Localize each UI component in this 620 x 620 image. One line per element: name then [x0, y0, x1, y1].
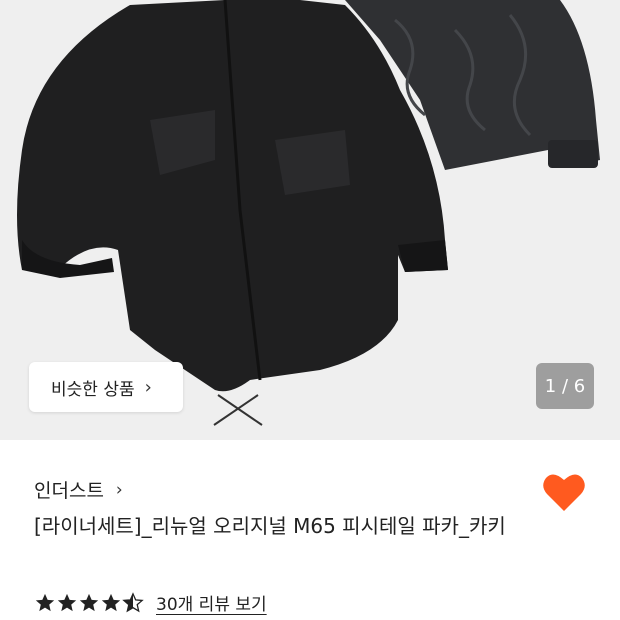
similar-products-label: 비슷한 상품	[51, 379, 135, 400]
brand-link[interactable]: 인더스트 ›	[34, 476, 123, 503]
product-title: [라이너세트]_리뉴얼 오리지널 M65 피시테일 파카_카키	[34, 514, 506, 538]
rating-row: 30개 리뷰 보기	[34, 590, 267, 615]
star-icon	[79, 593, 99, 611]
reviews-link[interactable]: 30개 리뷰 보기	[156, 590, 267, 615]
half-star-icon	[122, 591, 144, 612]
star-icon	[57, 593, 77, 611]
image-counter: 1 / 6	[536, 363, 594, 409]
chevron-right-icon: ›	[115, 479, 123, 500]
star-icon	[101, 593, 121, 611]
star-rating	[34, 591, 144, 614]
chevron-right-icon: ›	[144, 376, 152, 398]
star-icon	[35, 593, 55, 611]
brand-name: 인더스트	[34, 480, 104, 502]
product-image-carousel[interactable]: 비슷한 상품 › 1 / 6	[0, 0, 620, 440]
heart-icon[interactable]	[542, 471, 586, 513]
similar-products-button[interactable]: 비슷한 상품 ›	[29, 362, 183, 412]
